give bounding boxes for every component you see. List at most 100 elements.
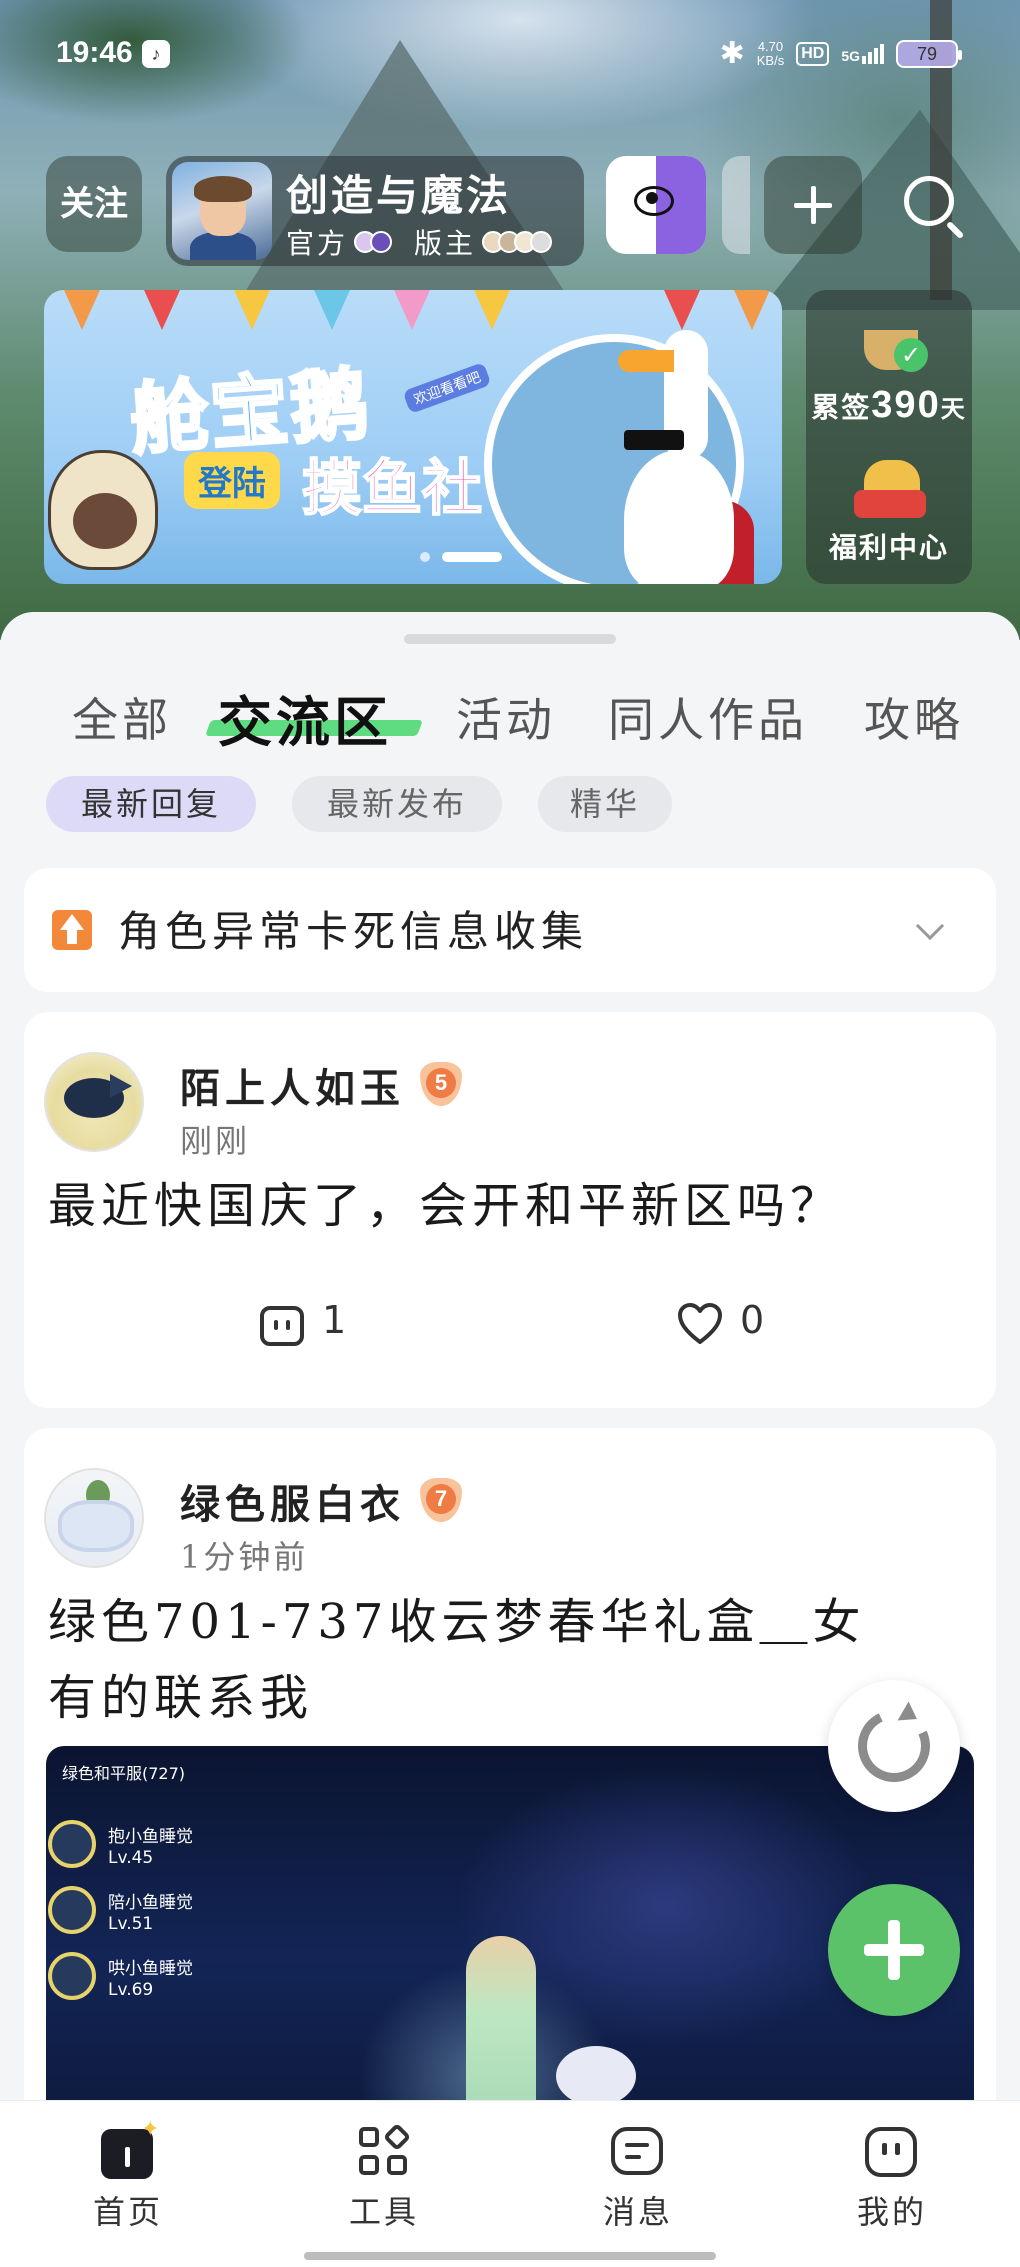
side-panel: ✓ 累签390天 福利中心 — [806, 290, 972, 584]
profile-icon — [865, 2125, 919, 2179]
hd-badge: HD — [796, 42, 830, 66]
member-level: Lv.51 — [108, 1914, 154, 1934]
official-avatars — [354, 231, 393, 253]
signal-icon: 5G — [841, 44, 884, 64]
pinned-notice[interactable]: 角色异常卡死信息收集 — [24, 868, 996, 992]
post-time: 刚刚 — [180, 1122, 251, 1160]
post-stats: 1 0 — [24, 1296, 996, 1356]
gift-icon — [850, 450, 928, 520]
comment-count: 1 — [322, 1298, 347, 1342]
sign-in-button[interactable]: ✓ 累签390天 — [806, 308, 972, 427]
network-speed-value: 4.70 — [757, 39, 784, 54]
message-icon — [611, 2125, 665, 2179]
image-team-member: 抱小鱼睡觉 Lv.45 — [48, 1816, 226, 1876]
notice-text: 角色异常卡死信息收集 — [118, 907, 589, 956]
bottom-nav: ✦ 首页 工具 消息 我的 — [0, 2100, 1020, 2267]
tab-fan-works[interactable]: 同人作品 — [608, 684, 808, 750]
heart-icon[interactable] — [676, 1302, 724, 1346]
welfare-center-button[interactable]: 福利中心 — [806, 450, 972, 566]
sign-days: 390 — [871, 384, 941, 426]
member-level: Lv.45 — [108, 1848, 154, 1868]
game-switcher[interactable]: 创造与魔法 官方 版主 — [166, 156, 584, 266]
promo-banner[interactable]: 舱宝鹅 欢迎看看吧 登陆 摸鱼社 — [44, 290, 782, 584]
nav-label: 消息 — [602, 2193, 673, 2231]
post-text-line: 有的联系我 — [48, 1670, 314, 1726]
moderator-label: 版主 — [414, 227, 477, 260]
battery-icon: 79 — [896, 40, 962, 68]
banner-subtitle-big: 摸鱼社 — [301, 453, 483, 525]
tab-guides[interactable]: 攻略 — [864, 684, 964, 750]
tools-icon — [357, 2122, 412, 2179]
nav-label: 工具 — [348, 2193, 419, 2231]
pin-up-icon — [52, 910, 92, 950]
nav-label: 我的 — [856, 2193, 927, 2231]
sign-prefix: 累签 — [811, 391, 872, 424]
create-post-button[interactable] — [828, 1884, 960, 2016]
welfare-label: 福利中心 — [828, 531, 949, 564]
post-card[interactable]: 陌上人如玉 5 刚刚 最近快国庆了，会开和平新区吗？ 1 0 — [24, 1012, 996, 1408]
post-time: 1分钟前 — [180, 1538, 309, 1576]
tab-events[interactable]: 活动 — [456, 684, 556, 750]
image-team-header: 绿色和平服(727) — [62, 1764, 186, 1783]
nav-home[interactable]: ✦ 首页 — [58, 2117, 198, 2233]
pagination-dot — [420, 552, 430, 562]
official-label: 官方 — [286, 227, 349, 260]
refresh-button[interactable] — [828, 1680, 960, 1812]
nav-me[interactable]: 我的 — [822, 2125, 962, 2233]
banner-pagination — [420, 552, 502, 562]
post-username[interactable]: 绿色服白衣 — [180, 1472, 405, 1530]
network-speed: 4.70 KB/s — [757, 40, 784, 68]
chip-latest-reply[interactable]: 最新回复 — [46, 776, 256, 832]
member-name: 陪小鱼睡觉 — [108, 1893, 193, 1913]
add-game-button[interactable] — [764, 156, 862, 254]
status-time: 19:46 — [56, 36, 133, 69]
sign-suffix: 天 — [940, 394, 967, 423]
nav-messages[interactable]: 消息 — [568, 2125, 708, 2233]
member-name: 抱小鱼睡觉 — [108, 1827, 193, 1847]
network-type: 5G — [841, 48, 860, 64]
moderator-avatars — [482, 231, 553, 253]
chevron-down-icon[interactable] — [915, 911, 945, 941]
image-team-member: 陪小鱼睡觉 Lv.51 — [48, 1882, 226, 1942]
home-indicator[interactable] — [304, 2252, 716, 2260]
chip-latest-post[interactable]: 最新发布 — [292, 776, 502, 832]
sign-in-label: 累签390天 — [806, 384, 972, 427]
pagination-dot-active — [442, 552, 502, 562]
network-speed-unit: KB/s — [756, 53, 785, 68]
post-username[interactable]: 陌上人如玉 — [180, 1056, 405, 1114]
nav-tools[interactable]: 工具 — [314, 2122, 454, 2233]
cloud-pet — [556, 2046, 636, 2106]
level-badge: 5 — [416, 1060, 466, 1110]
member-name: 哄小鱼睡觉 — [108, 1959, 193, 1979]
nav-label: 首页 — [92, 2193, 163, 2231]
like-count: 0 — [740, 1298, 765, 1342]
game-app-icon[interactable] — [606, 156, 706, 254]
sign-in-icon: ✓ — [850, 308, 928, 378]
image-team-member: 哄小鱼睡觉 Lv.69 — [48, 1948, 226, 2008]
follow-button[interactable]: 关注 — [46, 156, 142, 252]
member-level: Lv.69 — [108, 1980, 154, 2000]
chip-featured[interactable]: 精华 — [538, 776, 672, 832]
game-avatar — [172, 162, 272, 260]
tab-all[interactable]: 全部 — [72, 684, 172, 750]
post-text-line: 绿色701-737收云梦春华礼盒＿女 — [48, 1594, 866, 1650]
banner-badge: 欢迎看看吧 — [402, 362, 492, 414]
avatar[interactable] — [44, 1052, 144, 1152]
bluetooth-icon: ✱ — [719, 37, 745, 70]
post-text: 绿色701-737收云梦春华礼盒＿女 有的联系我 — [48, 1584, 908, 1736]
comment-icon[interactable] — [260, 1306, 304, 1346]
game-title: 创造与魔法 — [286, 171, 512, 220]
game-character — [466, 1936, 536, 2126]
level-number: 7 — [426, 1484, 456, 1514]
level-badge: 7 — [416, 1476, 466, 1526]
status-indicators: ✱ 4.70 KB/s HD 5G 79 — [719, 34, 962, 74]
avatar[interactable] — [44, 1468, 144, 1568]
post-text: 最近快国庆了，会开和平新区吗？ — [48, 1178, 844, 1234]
tab-discussion[interactable]: 交流区 — [218, 678, 392, 757]
search-button[interactable] — [894, 166, 974, 246]
home-icon: ✦ — [101, 2117, 159, 2179]
status-bar: 19:46 ♪ ✱ 4.70 KB/s HD 5G 79 — [0, 0, 1020, 100]
drag-handle[interactable] — [404, 634, 616, 644]
goose-mascot — [614, 330, 754, 584]
more-games-icon[interactable] — [722, 156, 750, 254]
